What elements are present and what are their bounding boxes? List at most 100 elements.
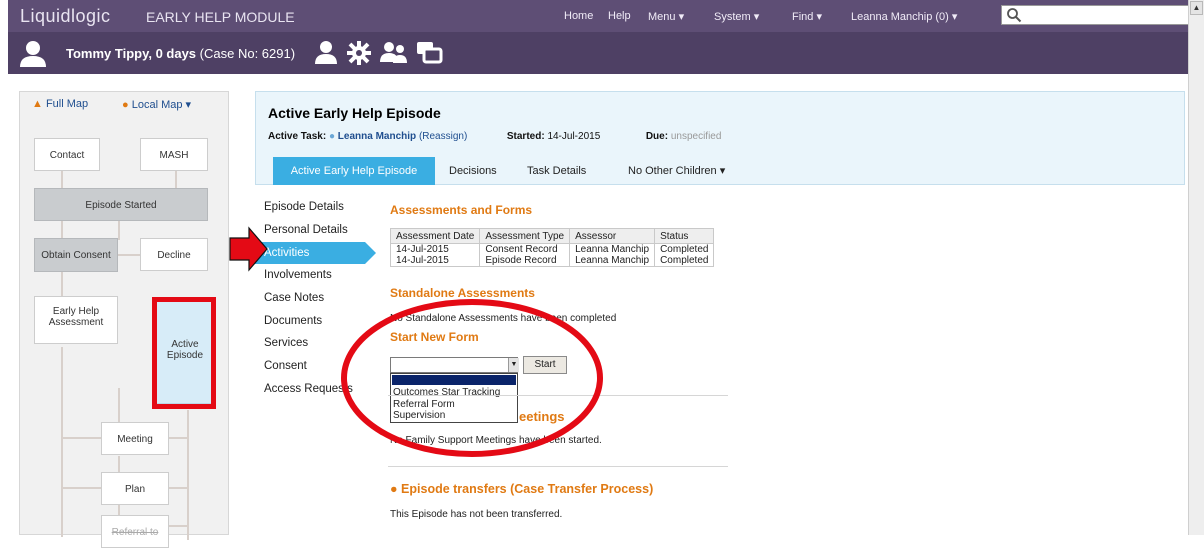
map-box-plan[interactable]: Plan bbox=[101, 472, 169, 505]
table-cell: 14-Jul-2015 bbox=[389, 243, 481, 255]
connector-line bbox=[61, 272, 63, 296]
connector-line bbox=[168, 487, 188, 489]
map-box-hidden[interactable]: Decline bbox=[140, 238, 208, 271]
side-nav-documents[interactable]: Documents bbox=[264, 315, 322, 327]
annotation-ellipse bbox=[341, 299, 603, 457]
connector-line bbox=[168, 525, 188, 527]
map-box-obtain-consent[interactable]: Obtain Consent bbox=[34, 238, 118, 272]
assessments-table: Assessment Date Assessment Type Assessor… bbox=[389, 228, 715, 267]
nav-help-link[interactable]: Help bbox=[608, 10, 631, 22]
active-task-user-link[interactable]: Leanna Manchip bbox=[338, 131, 416, 142]
connector-line bbox=[61, 437, 101, 439]
transfers-empty-text: This Episode has not been transferred. bbox=[390, 509, 563, 520]
transfers-title-text: Episode transfers (Case Transfer Process… bbox=[401, 482, 654, 496]
column-header: Assessment Type bbox=[479, 228, 571, 244]
full-map-link[interactable]: ▲ Full Map bbox=[32, 98, 88, 110]
assessments-section-title: Assessments and Forms bbox=[390, 203, 533, 217]
group-icon[interactable] bbox=[380, 40, 408, 64]
episode-header-panel: Active Early Help Episode Active Task: ●… bbox=[255, 91, 1185, 185]
page-title: Active Early Help Episode bbox=[268, 105, 441, 121]
case-header-bar: Tommy Tippy, 0 days (Case No: 6291) bbox=[8, 32, 1188, 74]
vertical-scrollbar[interactable]: ▲ bbox=[1188, 0, 1204, 535]
person-icon[interactable] bbox=[313, 40, 339, 64]
connector-line bbox=[61, 220, 63, 238]
tab-task-details[interactable]: Task Details bbox=[527, 157, 586, 185]
table-cell: Leanna Manchip bbox=[569, 243, 656, 255]
table-cell: Episode Record bbox=[479, 255, 571, 267]
transfers-section-title: ● Episode transfers (Case Transfer Proce… bbox=[390, 482, 653, 496]
table-row[interactable]: 14-Jul-2015 Episode Record Leanna Manchi… bbox=[389, 255, 715, 267]
search-input[interactable] bbox=[1001, 5, 1193, 25]
tab-active-early-help-episode[interactable]: Active Early Help Episode bbox=[273, 157, 435, 185]
bullet-icon: ● bbox=[390, 482, 398, 496]
windows-icon[interactable] bbox=[415, 40, 443, 64]
gear-icon[interactable] bbox=[346, 40, 372, 66]
tab-no-other-children-dropdown[interactable]: No Other Children ▾ bbox=[628, 157, 725, 185]
due-label: Due: bbox=[645, 131, 669, 142]
table-cell: Consent Record bbox=[479, 243, 571, 255]
annotation-highlight-box bbox=[152, 297, 216, 409]
home-icon: ▲ bbox=[32, 98, 43, 110]
app-module-name: EARLY HELP MODULE bbox=[146, 9, 295, 25]
user-icon: ● bbox=[328, 131, 336, 142]
case-person-name: Tommy Tippy, 0 days bbox=[66, 46, 197, 61]
table-cell: Completed bbox=[654, 243, 715, 255]
person-avatar-icon bbox=[20, 41, 46, 67]
case-title: Tommy Tippy, 0 days (Case No: 6291) bbox=[66, 46, 295, 61]
map-box-episode-started[interactable]: Episode Started bbox=[34, 188, 208, 221]
side-nav-episode-details[interactable]: Episode Details bbox=[264, 201, 344, 213]
connector-line bbox=[118, 388, 120, 422]
connector-line bbox=[61, 487, 101, 489]
search-icon[interactable] bbox=[1006, 7, 1022, 23]
scroll-up-arrow-icon[interactable]: ▲ bbox=[1190, 1, 1203, 15]
column-header: Status bbox=[654, 228, 715, 244]
map-box-contact[interactable]: Contact bbox=[34, 138, 100, 171]
app-logo: Liquidlogic bbox=[20, 6, 111, 26]
connector-line bbox=[118, 505, 120, 515]
task-info-line: Active Task: ● Leanna Manchip (Reassign)… bbox=[268, 131, 721, 142]
column-header: Assessment Date bbox=[389, 228, 481, 244]
map-box-meeting[interactable]: Meeting bbox=[101, 422, 169, 455]
connector-line bbox=[187, 410, 189, 540]
section-divider bbox=[388, 466, 728, 467]
nav-home-link[interactable]: Home bbox=[564, 10, 593, 22]
started-value: 14-Jul-2015 bbox=[547, 131, 601, 142]
local-map-dropdown[interactable]: ● Local Map ▾ bbox=[122, 98, 191, 111]
side-nav-consent[interactable]: Consent bbox=[264, 360, 307, 372]
connector-line bbox=[61, 170, 63, 188]
active-item-pointer bbox=[365, 242, 376, 264]
side-nav-case-notes[interactable]: Case Notes bbox=[264, 292, 324, 304]
tab-decisions[interactable]: Decisions bbox=[449, 157, 497, 185]
connector-line bbox=[118, 456, 120, 472]
local-map-label: Local Map ▾ bbox=[131, 99, 192, 111]
table-cell: Leanna Manchip bbox=[569, 255, 656, 267]
side-nav-involvements[interactable]: Involvements bbox=[264, 269, 332, 281]
connector-line bbox=[61, 347, 63, 537]
nav-find-dropdown[interactable]: Find ▾ bbox=[792, 10, 822, 23]
connector-line bbox=[168, 437, 188, 439]
table-row[interactable]: 14-Jul-2015 Consent Record Leanna Manchi… bbox=[389, 243, 715, 255]
case-number: (Case No: 6291) bbox=[199, 46, 296, 61]
table-cell: Completed bbox=[654, 255, 715, 267]
nav-system-dropdown[interactable]: System ▾ bbox=[714, 10, 759, 23]
nav-user-dropdown[interactable]: Leanna Manchip (0) ▾ bbox=[851, 10, 957, 23]
column-header: Assessor bbox=[569, 228, 656, 244]
reassign-link[interactable]: (Reassign) bbox=[419, 131, 467, 142]
map-box-referral-to[interactable]: Referral to bbox=[101, 515, 169, 548]
table-header-row: Assessment Date Assessment Type Assessor… bbox=[389, 228, 715, 244]
side-nav-services[interactable]: Services bbox=[264, 337, 308, 349]
side-nav-personal-details[interactable]: Personal Details bbox=[264, 224, 348, 236]
top-nav-bar: Liquidlogic EARLY HELP MODULE Home Help … bbox=[8, 0, 1193, 32]
connector-line bbox=[175, 170, 177, 188]
connector-line bbox=[118, 220, 120, 240]
nav-menu-dropdown[interactable]: Menu ▾ bbox=[648, 10, 684, 23]
active-task-label: Active Task: bbox=[268, 131, 327, 142]
started-label: Started: bbox=[506, 131, 545, 142]
map-box-mash[interactable]: MASH bbox=[140, 138, 208, 171]
side-nav-activities[interactable]: Activities bbox=[255, 242, 365, 264]
clock-icon: ● bbox=[122, 99, 129, 111]
annotation-arrow-icon bbox=[229, 226, 268, 272]
full-map-label: Full Map bbox=[45, 98, 89, 110]
map-box-early-help-assessment[interactable]: Early Help Assessment bbox=[34, 296, 118, 344]
due-value: unspecified bbox=[670, 131, 722, 142]
